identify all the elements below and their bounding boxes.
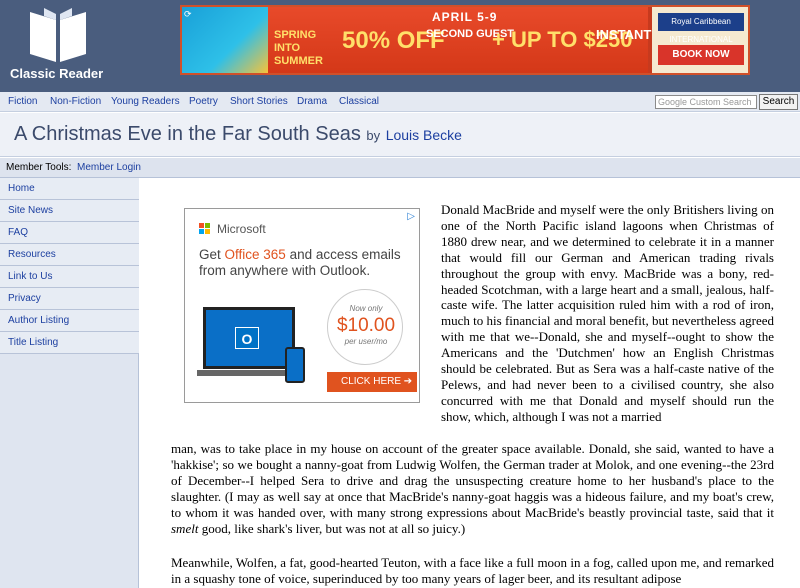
member-tools-label: Member Tools: <box>6 162 72 173</box>
nav-poetry[interactable]: Poetry <box>189 96 218 107</box>
microsoft-logo-icon <box>199 223 211 235</box>
banner-date: APRIL 5-9 <box>432 10 498 24</box>
sidebar-item-label: Title Listing <box>8 337 59 348</box>
sidebar-item-label: Link to Us <box>8 271 53 282</box>
nav-drama[interactable]: Drama <box>297 96 327 107</box>
nav-non-fiction[interactable]: Non-Fiction <box>50 96 101 107</box>
p1-emphasis: smelt <box>171 520 199 536</box>
price-badge: Now only $10.00 per user/mo <box>327 289 403 365</box>
banner-image <box>182 7 268 73</box>
price-unit: per user/mo <box>344 337 388 346</box>
sidebar-item-label: Privacy <box>8 293 41 304</box>
nav-short-stories[interactable]: Short Stories <box>230 96 288 107</box>
royal-caribbean-logo: Royal Caribbean INTERNATIONAL <box>658 13 744 44</box>
by-label: by <box>366 128 381 143</box>
sidebar: Home Site News FAQ Resources Link to Us … <box>0 178 139 588</box>
ad-info-icon[interactable]: ⟳ <box>184 9 194 19</box>
banner-spring-text: SPRING INTO SUMMER <box>274 29 323 67</box>
article-paragraph-1-top: Donald MacBride and myself were the only… <box>441 202 774 424</box>
article-paragraph-1-bottom: man, was to take place in my house on ac… <box>171 441 774 536</box>
phone-image <box>285 347 305 383</box>
sidebar-item-label: Author Listing <box>8 315 70 326</box>
click-here-button[interactable]: CLICK HERE ➔ <box>327 372 417 392</box>
author-link[interactable]: Louis Becke <box>386 127 462 143</box>
outlook-icon: O <box>235 327 259 349</box>
search-input[interactable]: Google Custom Search <box>655 95 757 109</box>
sidebar-item-resources[interactable]: Resources <box>0 244 139 266</box>
sidebar-item-label: Home <box>8 183 35 194</box>
sidebar-item-link-to-us[interactable]: Link to Us <box>0 266 139 288</box>
headline-pre: Get <box>199 247 225 262</box>
sidebar-item-label: FAQ <box>8 227 29 238</box>
sidebar-item-label: Resources <box>8 249 56 260</box>
nav-classical[interactable]: Classical <box>339 96 379 107</box>
book-title: A Christmas Eve in the Far South Seas <box>14 123 361 145</box>
sidebar-item-privacy[interactable]: Privacy <box>0 288 139 310</box>
site-header: Classic Reader ⟳ APRIL 5-9 SPRING INTO S… <box>0 0 800 92</box>
sidebar-item-label: Site News <box>8 205 54 216</box>
open-book-logo-icon[interactable] <box>26 6 90 64</box>
office-365-ad[interactable]: Microsoft ▷ Get Office 365 and access em… <box>184 208 420 403</box>
sidebar-item-author-listing[interactable]: Author Listing <box>0 310 139 332</box>
ad-headline: Get Office 365 and access emails from an… <box>199 247 409 279</box>
book-now-button[interactable]: BOOK NOW <box>658 45 744 65</box>
sidebar-item-title-listing[interactable]: Title Listing <box>0 332 139 354</box>
cruise-banner-ad[interactable]: ⟳ APRIL 5-9 SPRING INTO SUMMER 50% OFF S… <box>180 5 750 75</box>
member-login-link[interactable]: Member Login <box>77 162 141 173</box>
price-value: $10.00 <box>336 315 396 336</box>
nav-young-readers[interactable]: Young Readers <box>111 96 180 107</box>
sidebar-item-home[interactable]: Home <box>0 178 139 200</box>
nav-fiction[interactable]: Fiction <box>8 96 37 107</box>
sidebar-item-faq[interactable]: FAQ <box>0 222 139 244</box>
title-bar: A Christmas Eve in the Far South Seas by… <box>0 113 800 157</box>
article-paragraph-2: Meanwhile, Wolfen, a fat, good-hearted T… <box>171 555 774 586</box>
microsoft-name: Microsoft <box>217 222 266 236</box>
site-logo-text[interactable]: Classic Reader <box>10 66 103 81</box>
member-tools-bar: Member Tools: Member Login <box>0 158 800 178</box>
p1-end-b: good, like shark's liver, but was not at… <box>198 520 466 536</box>
search-button[interactable]: Search <box>759 94 798 110</box>
sidebar-item-site-news[interactable]: Site News <box>0 200 139 222</box>
p1-end-a: man, was to take place in my house on ac… <box>171 441 774 520</box>
headline-product: Office 365 <box>224 247 286 262</box>
banner-brand-area: Royal Caribbean INTERNATIONAL BOOK NOW <box>652 7 748 73</box>
ad-choices-icon[interactable]: ▷ <box>407 211 415 222</box>
price-label: Now only <box>349 304 383 313</box>
page-title: A Christmas Eve in the Far South Seas by… <box>14 123 462 146</box>
